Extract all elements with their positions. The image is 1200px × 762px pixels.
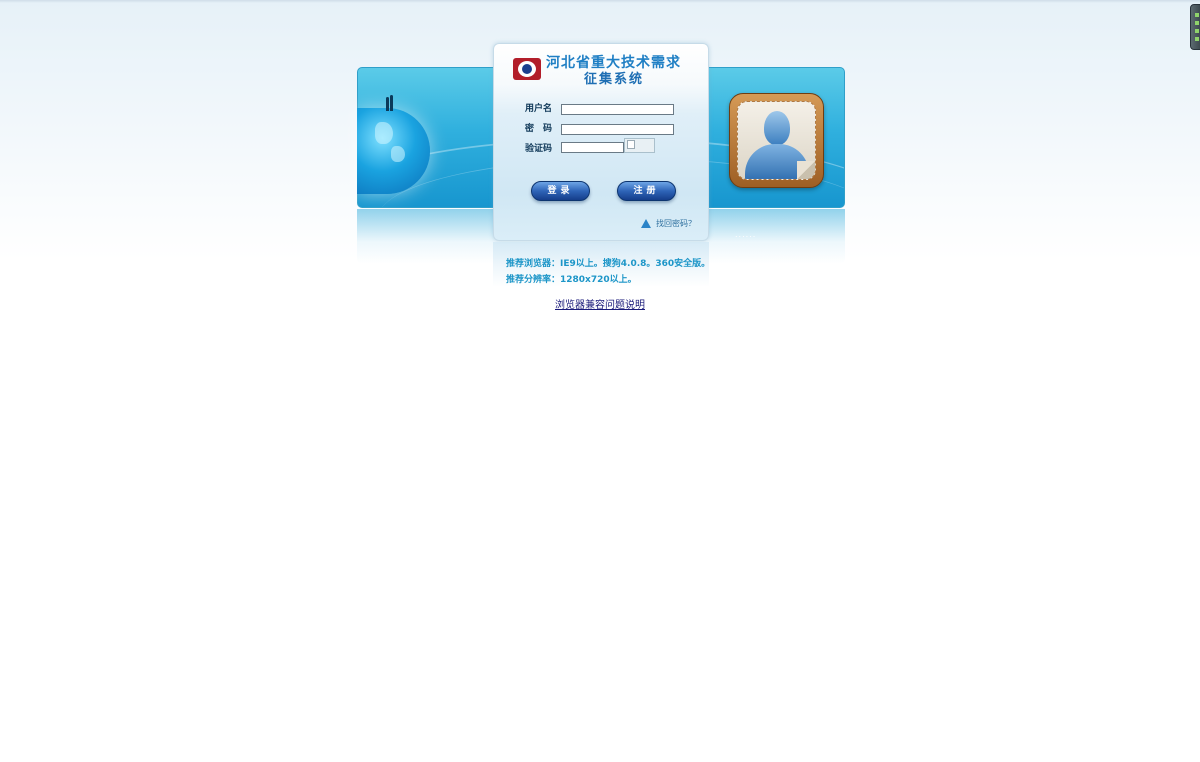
user-silhouette-icon xyxy=(764,111,790,145)
browser-compat-link[interactable]: 浏览器兼容问题说明 xyxy=(555,296,645,311)
people-figures-icon xyxy=(385,95,395,111)
indicator-light xyxy=(1195,37,1199,41)
captcha-image[interactable] xyxy=(624,138,655,153)
indicator-light xyxy=(1195,13,1199,17)
forgot-password-label: 找回密码？ xyxy=(656,219,696,228)
resolution-recommendation: 推荐分辨率：1280x720以上。 xyxy=(506,275,637,285)
system-subtitle: 征集系统 xyxy=(584,72,645,87)
username-label: 用户名 xyxy=(525,104,553,114)
captcha-input[interactable] xyxy=(561,142,624,153)
globe-land xyxy=(375,122,393,144)
globe-image xyxy=(357,108,430,194)
username-input[interactable] xyxy=(561,104,674,115)
side-widget-handle[interactable] xyxy=(1190,4,1200,50)
user-avatar xyxy=(729,93,824,188)
decorative-dots: ...... xyxy=(735,230,757,239)
register-button[interactable]: 注册 xyxy=(617,181,676,201)
browser-recommendation: 推荐浏览器：IE9以上。搜狗4.0.8。360安全版。 xyxy=(506,259,711,269)
captcha-label: 验证码 xyxy=(525,144,553,154)
system-logo xyxy=(513,58,541,80)
page-curl xyxy=(797,161,815,179)
broken-image-icon xyxy=(627,140,635,149)
indicator-light xyxy=(1195,29,1199,33)
globe-land xyxy=(391,146,405,162)
warning-triangle-icon xyxy=(641,219,651,228)
password-label: 密 码 xyxy=(525,124,553,134)
top-edge xyxy=(0,0,1200,3)
password-input[interactable] xyxy=(561,124,674,135)
login-button[interactable]: 登录 xyxy=(531,181,590,201)
indicator-light xyxy=(1195,21,1199,25)
